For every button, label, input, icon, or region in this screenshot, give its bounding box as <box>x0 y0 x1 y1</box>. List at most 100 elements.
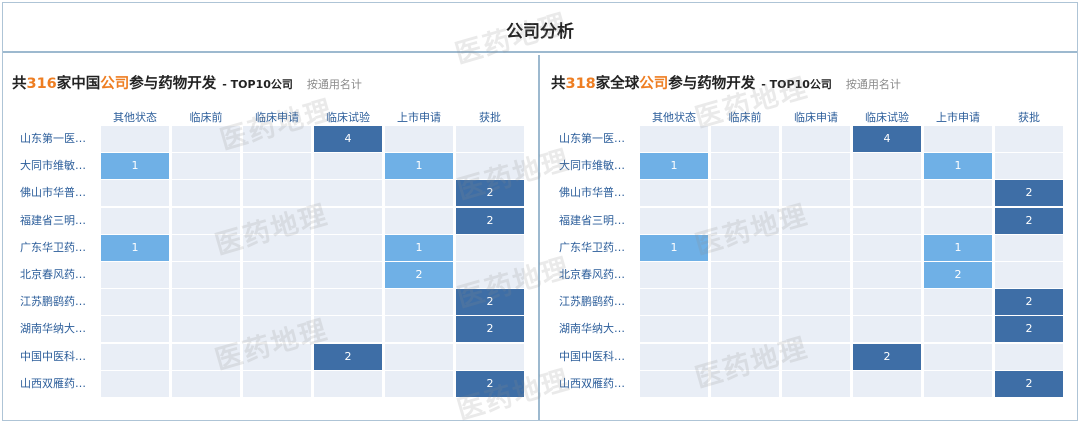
heatmap-cell <box>172 234 240 261</box>
heatmap-cell <box>711 207 779 234</box>
company-label: 广东华卫药… <box>559 240 625 254</box>
heatmap-cell: 2 <box>456 316 524 343</box>
heatmap-cell: 1 <box>640 153 708 180</box>
heatmap-cell <box>711 234 779 261</box>
heatmap-cell: 2 <box>385 262 453 288</box>
heatmap-cell <box>995 262 1063 288</box>
heatmap-cell <box>640 370 708 397</box>
heatmap-cell <box>711 180 779 207</box>
heatmap-cell <box>924 289 992 316</box>
heatmap-cell <box>243 370 311 397</box>
heatmap-cell <box>456 153 524 180</box>
heatmap-cell <box>924 370 992 397</box>
heatmap-cell <box>924 343 992 370</box>
heatmap-cell <box>172 316 240 343</box>
heatmap-cell <box>385 207 453 234</box>
heatmap-cell <box>243 126 311 152</box>
heatmap-cell <box>243 234 311 261</box>
column-header: 获批 <box>1018 111 1040 124</box>
heatmap-cell: 2 <box>456 180 524 207</box>
heatmap-cell <box>853 153 921 180</box>
heatmap-cell <box>640 289 708 316</box>
heatmap-cell <box>172 126 240 152</box>
heatmap-cell <box>640 316 708 343</box>
heatmap-cell <box>711 316 779 343</box>
heatmap-cell <box>456 343 524 370</box>
heatmap-cell <box>314 153 382 180</box>
heatmap-cell: 4 <box>314 126 382 152</box>
company-label: 山西双雁药… <box>20 376 86 390</box>
heatmap-cell <box>314 316 382 343</box>
company-count: 318 <box>565 76 596 92</box>
heatmap-cell: 2 <box>995 370 1063 397</box>
title-mid: 家全球 <box>595 76 640 92</box>
company-label: 山西双雁药… <box>559 376 625 390</box>
analysis-frame: 公司分析 共316家中国公司参与药物开发 - TOP10公司 按通用名计 其他状态临… <box>2 2 1078 423</box>
heatmap-cell <box>243 289 311 316</box>
heatmap-cell: 2 <box>853 343 921 370</box>
heatmap-cell <box>711 126 779 152</box>
panel-title: 共316家中国公司参与药物开发 - TOP10公司 按通用名计 <box>12 72 362 93</box>
heatmap-cell: 2 <box>456 207 524 234</box>
heatmap-cell <box>640 180 708 207</box>
title-note: 按通用名计 <box>306 78 362 91</box>
company-count: 316 <box>26 76 57 92</box>
heatmap-cell: 2 <box>456 289 524 316</box>
heatmap-cell <box>385 343 453 370</box>
heatmap-cell <box>101 126 169 152</box>
heatmap-cell <box>924 207 992 234</box>
heatmap-cell <box>314 289 382 316</box>
heatmap-cell <box>995 153 1063 180</box>
heatmap-cell <box>172 343 240 370</box>
heatmap-cell <box>782 289 850 316</box>
heatmap-cell <box>314 370 382 397</box>
column-header: 上市申请 <box>397 111 441 124</box>
title-suffix: 参与药物开发 <box>129 76 217 92</box>
heatmap-cell <box>711 370 779 397</box>
column-header: 临床申请 <box>255 111 299 124</box>
heatmap-cell <box>640 207 708 234</box>
heatmap-cell <box>385 370 453 397</box>
company-label: 福建省三明… <box>559 213 625 227</box>
heatmap-cell <box>853 316 921 343</box>
company-label: 中国中医科… <box>20 349 86 363</box>
heatmap-cell <box>924 126 992 152</box>
heatmap-cell <box>782 234 850 261</box>
heatmap-cell: 2 <box>995 180 1063 207</box>
column-header: 临床申请 <box>794 111 838 124</box>
company-label: 江苏鹏鹞药… <box>559 295 625 309</box>
heatmap-cell <box>243 180 311 207</box>
company-label: 福建省三明… <box>20 213 86 227</box>
heatmap-cell <box>711 262 779 288</box>
heatmap-cell <box>243 207 311 234</box>
heatmap-cell <box>314 262 382 288</box>
heatmap-cell <box>243 343 311 370</box>
company-label: 北京春风药… <box>559 268 625 281</box>
heatmap-cell <box>314 180 382 207</box>
heatmap-cell <box>456 234 524 261</box>
heatmap-cell <box>101 207 169 234</box>
heatmap-cell <box>995 234 1063 261</box>
heatmap-cell <box>101 289 169 316</box>
column-header: 其他状态 <box>113 111 157 124</box>
column-header: 临床前 <box>189 111 223 124</box>
company-label: 佛山市华普… <box>559 186 625 200</box>
heatmap-cell: 1 <box>385 234 453 261</box>
heatmap-cell <box>385 180 453 207</box>
column-header: 其他状态 <box>652 111 696 124</box>
heatmap-cell: 1 <box>924 234 992 261</box>
heatmap-cell <box>243 153 311 180</box>
heatmap-cell: 2 <box>456 370 524 397</box>
heatmap-cell <box>782 153 850 180</box>
company-label: 佛山市华普… <box>20 186 86 200</box>
heatmap-cell <box>456 262 524 288</box>
heatmap-cell <box>853 180 921 207</box>
heatmap-cell <box>385 126 453 152</box>
heatmap-cell <box>101 262 169 288</box>
title-prefix: 共 <box>12 76 27 92</box>
title-suffix: 参与药物开发 <box>668 76 756 92</box>
heatmap-cell <box>853 289 921 316</box>
column-header: 临床试验 <box>865 111 909 124</box>
heatmap-cell <box>385 289 453 316</box>
heatmap-cell <box>314 234 382 261</box>
